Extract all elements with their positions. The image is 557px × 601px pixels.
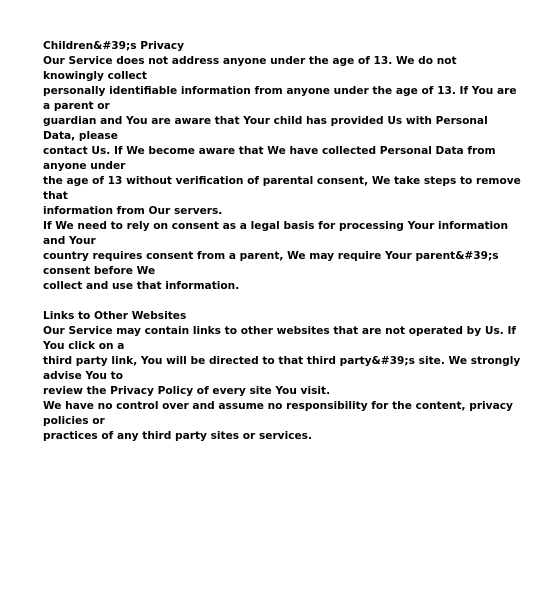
paragraph-line: the age of 13 without verification of pa…: [43, 175, 521, 202]
childrens-privacy-section: Children&#39;s Privacy Our Service does …: [43, 39, 521, 294]
section-heading: Links to Other Websites: [43, 310, 187, 322]
links-to-other-websites-section: Links to Other Websites Our Service may …: [43, 309, 521, 444]
paragraph-line: Our Service does not address anyone unde…: [43, 55, 457, 82]
paragraph-line: third party link, You will be directed t…: [43, 355, 521, 382]
paragraph-line: review the Privacy Policy of every site …: [43, 385, 331, 397]
paragraph-line: practices of any third party sites or se…: [43, 430, 313, 442]
paragraph-line: collect and use that information.: [43, 280, 240, 292]
paragraph-line: We have no control over and assume no re…: [43, 400, 513, 427]
document-body: Children&#39;s Privacy Our Service does …: [43, 39, 521, 444]
paragraph-line: If We need to rely on consent as a legal…: [43, 220, 508, 247]
paragraph-line: guardian and You are aware that Your chi…: [43, 115, 488, 142]
paragraph-line: Our Service may contain links to other w…: [43, 325, 517, 352]
paragraph-line: information from Our servers.: [43, 205, 223, 217]
paragraph-line: contact Us. If We become aware that We h…: [43, 145, 496, 172]
paragraph-line: personally identifiable information from…: [43, 85, 517, 112]
paragraph-line: country requires consent from a parent, …: [43, 250, 499, 277]
section-heading: Children&#39;s Privacy: [43, 40, 185, 52]
